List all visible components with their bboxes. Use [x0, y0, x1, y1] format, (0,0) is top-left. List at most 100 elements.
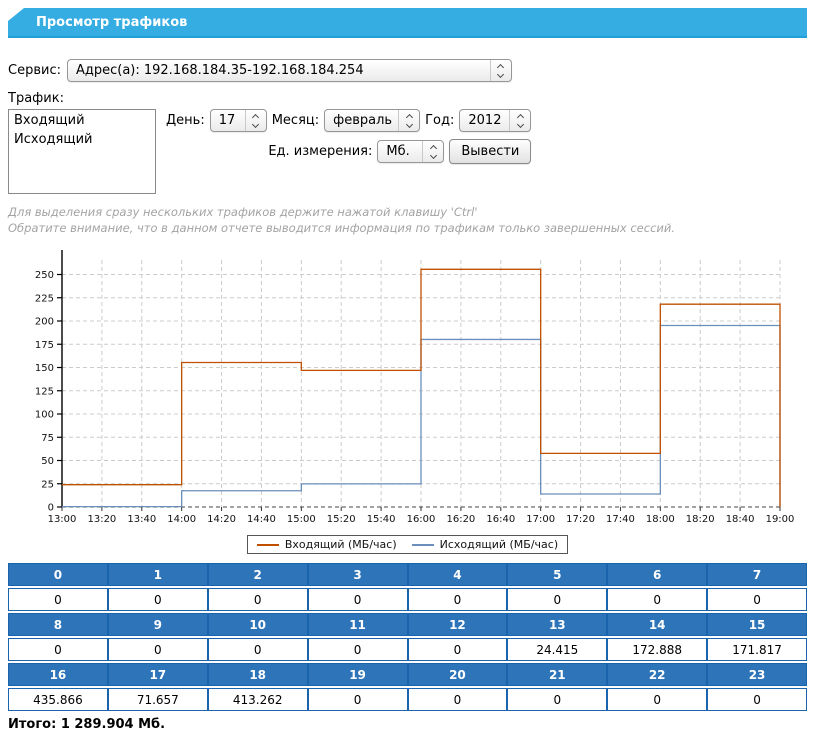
hour-value-cell: 24.415: [507, 638, 607, 661]
legend-label: Исходящий (МБ/час): [440, 538, 559, 551]
svg-text:18:40: 18:40: [726, 514, 755, 525]
hour-value-cell: 0: [408, 638, 508, 661]
service-select-value: Адрес(а): 192.168.184.35-192.168.184.254: [76, 63, 364, 78]
day-label: День:: [166, 113, 205, 128]
svg-text:225: 225: [35, 293, 54, 304]
show-button[interactable]: Вывести: [449, 139, 531, 164]
traffic-listbox[interactable]: ВходящийИсходящий: [8, 109, 156, 194]
month-select-value: февраль: [333, 113, 392, 128]
hour-value-cell: 0: [507, 688, 607, 711]
year-select-value: 2012: [468, 113, 501, 128]
hints: Для выделения сразу нескольких трафиков …: [8, 204, 807, 236]
service-row: Сервис: Адрес(а): 192.168.184.35-192.168…: [8, 59, 807, 82]
hour-value-cell: 0: [308, 688, 408, 711]
hour-header-cell: 22: [607, 663, 707, 686]
unit-select-value: Мб.: [386, 144, 409, 159]
hour-header-cell: 23: [707, 663, 807, 686]
svg-text:18:20: 18:20: [686, 514, 715, 525]
hour-header-cell: 21: [507, 663, 607, 686]
page-header: Просмотр трафиков: [8, 8, 807, 38]
year-label: Год:: [425, 113, 454, 128]
spinner-icon: [490, 60, 511, 81]
hour-value-cell: 172.888: [607, 638, 707, 661]
hour-header-cell: 17: [108, 663, 208, 686]
svg-text:175: 175: [35, 340, 54, 351]
hour-value-cell: 413.262: [208, 688, 308, 711]
spinner-icon: [422, 141, 443, 162]
svg-text:150: 150: [35, 363, 54, 374]
svg-text:50: 50: [41, 456, 54, 467]
hour-value-cell: 0: [707, 688, 807, 711]
hour-value-cell: 0: [208, 638, 308, 661]
hour-header-cell: 18: [208, 663, 308, 686]
hour-header-cell: 5: [507, 563, 607, 586]
page: Просмотр трафиков Сервис: Адрес(а): 192.…: [0, 0, 815, 740]
spinner-icon: [245, 110, 266, 131]
hour-header-cell: 14: [607, 613, 707, 636]
hour-header-cell: 6: [607, 563, 707, 586]
legend-line-icon: [412, 544, 434, 546]
hour-header-cell: 0: [8, 563, 108, 586]
hour-value-cell: 171.817: [707, 638, 807, 661]
hour-value-cell: 0: [507, 588, 607, 611]
year-select[interactable]: 2012: [459, 109, 531, 132]
hour-header-cell: 15: [707, 613, 807, 636]
traffic-option[interactable]: Исходящий: [9, 130, 155, 149]
hour-value-cell: 0: [108, 588, 208, 611]
unit-label: Ед. измерения:: [268, 144, 372, 159]
date-row: День: 17 Месяц: февраль Год: 2012: [166, 109, 531, 132]
svg-text:15:20: 15:20: [327, 514, 356, 525]
svg-text:15:40: 15:40: [367, 514, 396, 525]
page-title: Просмотр трафиков: [36, 15, 187, 30]
svg-text:0: 0: [48, 503, 54, 514]
svg-text:16:00: 16:00: [407, 514, 436, 525]
service-select[interactable]: Адрес(а): 192.168.184.35-192.168.184.254: [67, 59, 512, 82]
traffic-option[interactable]: Входящий: [9, 111, 155, 130]
month-select[interactable]: февраль: [324, 109, 420, 132]
legend-label: Входящий (МБ/час): [285, 538, 397, 551]
svg-text:16:20: 16:20: [446, 514, 475, 525]
hint-sessions: Обратите внимание, что в данном отчете в…: [8, 220, 807, 236]
svg-text:13:00: 13:00: [48, 514, 77, 525]
controls: ВходящийИсходящий День: 17 Месяц: феврал…: [8, 109, 807, 194]
hour-value-cell: 0: [308, 638, 408, 661]
svg-text:17:40: 17:40: [606, 514, 635, 525]
hour-value-cell: 435.866: [8, 688, 108, 711]
svg-text:14:00: 14:00: [167, 514, 196, 525]
hour-header-cell: 8: [8, 613, 108, 636]
day-select[interactable]: 17: [210, 109, 267, 132]
svg-text:25: 25: [41, 479, 54, 490]
hour-value-cell: 0: [108, 638, 208, 661]
hour-header-cell: 20: [408, 663, 508, 686]
svg-text:13:20: 13:20: [87, 514, 116, 525]
service-label: Сервис:: [8, 63, 61, 78]
hour-value-cell: 0: [408, 588, 508, 611]
traffic-chart: 025507510012515017520022525013:0013:2013…: [8, 244, 807, 554]
legend-item: Исходящий (МБ/час): [412, 538, 559, 551]
date-controls: День: 17 Месяц: февраль Год: 2012 Ед. из…: [166, 109, 531, 194]
spinner-icon: [398, 110, 419, 131]
spinner-icon: [509, 110, 530, 131]
svg-text:100: 100: [35, 410, 54, 421]
svg-text:200: 200: [35, 317, 54, 328]
svg-text:13:40: 13:40: [127, 514, 156, 525]
svg-text:75: 75: [41, 433, 54, 444]
hour-value-cell: 0: [8, 638, 108, 661]
hour-header-cell: 12: [408, 613, 508, 636]
total-value: 1 289.904 Мб.: [61, 717, 165, 732]
hour-value-cell: 0: [408, 688, 508, 711]
hour-header-cell: 1: [108, 563, 208, 586]
chart-legend: Входящий (МБ/час) Исходящий (МБ/час): [247, 535, 568, 554]
unit-select[interactable]: Мб.: [377, 140, 444, 163]
hour-header-cell: 16: [8, 663, 108, 686]
hour-value-cell: 0: [208, 588, 308, 611]
hour-value-cell: 0: [707, 588, 807, 611]
hint-ctrl: Для выделения сразу нескольких трафиков …: [8, 204, 807, 220]
svg-text:250: 250: [35, 270, 54, 281]
hour-value-cell: 0: [308, 588, 408, 611]
svg-text:14:40: 14:40: [247, 514, 276, 525]
svg-text:17:00: 17:00: [526, 514, 555, 525]
hour-header-cell: 19: [308, 663, 408, 686]
hour-header-cell: 2: [208, 563, 308, 586]
traffic-label: Трафик:: [8, 91, 807, 106]
